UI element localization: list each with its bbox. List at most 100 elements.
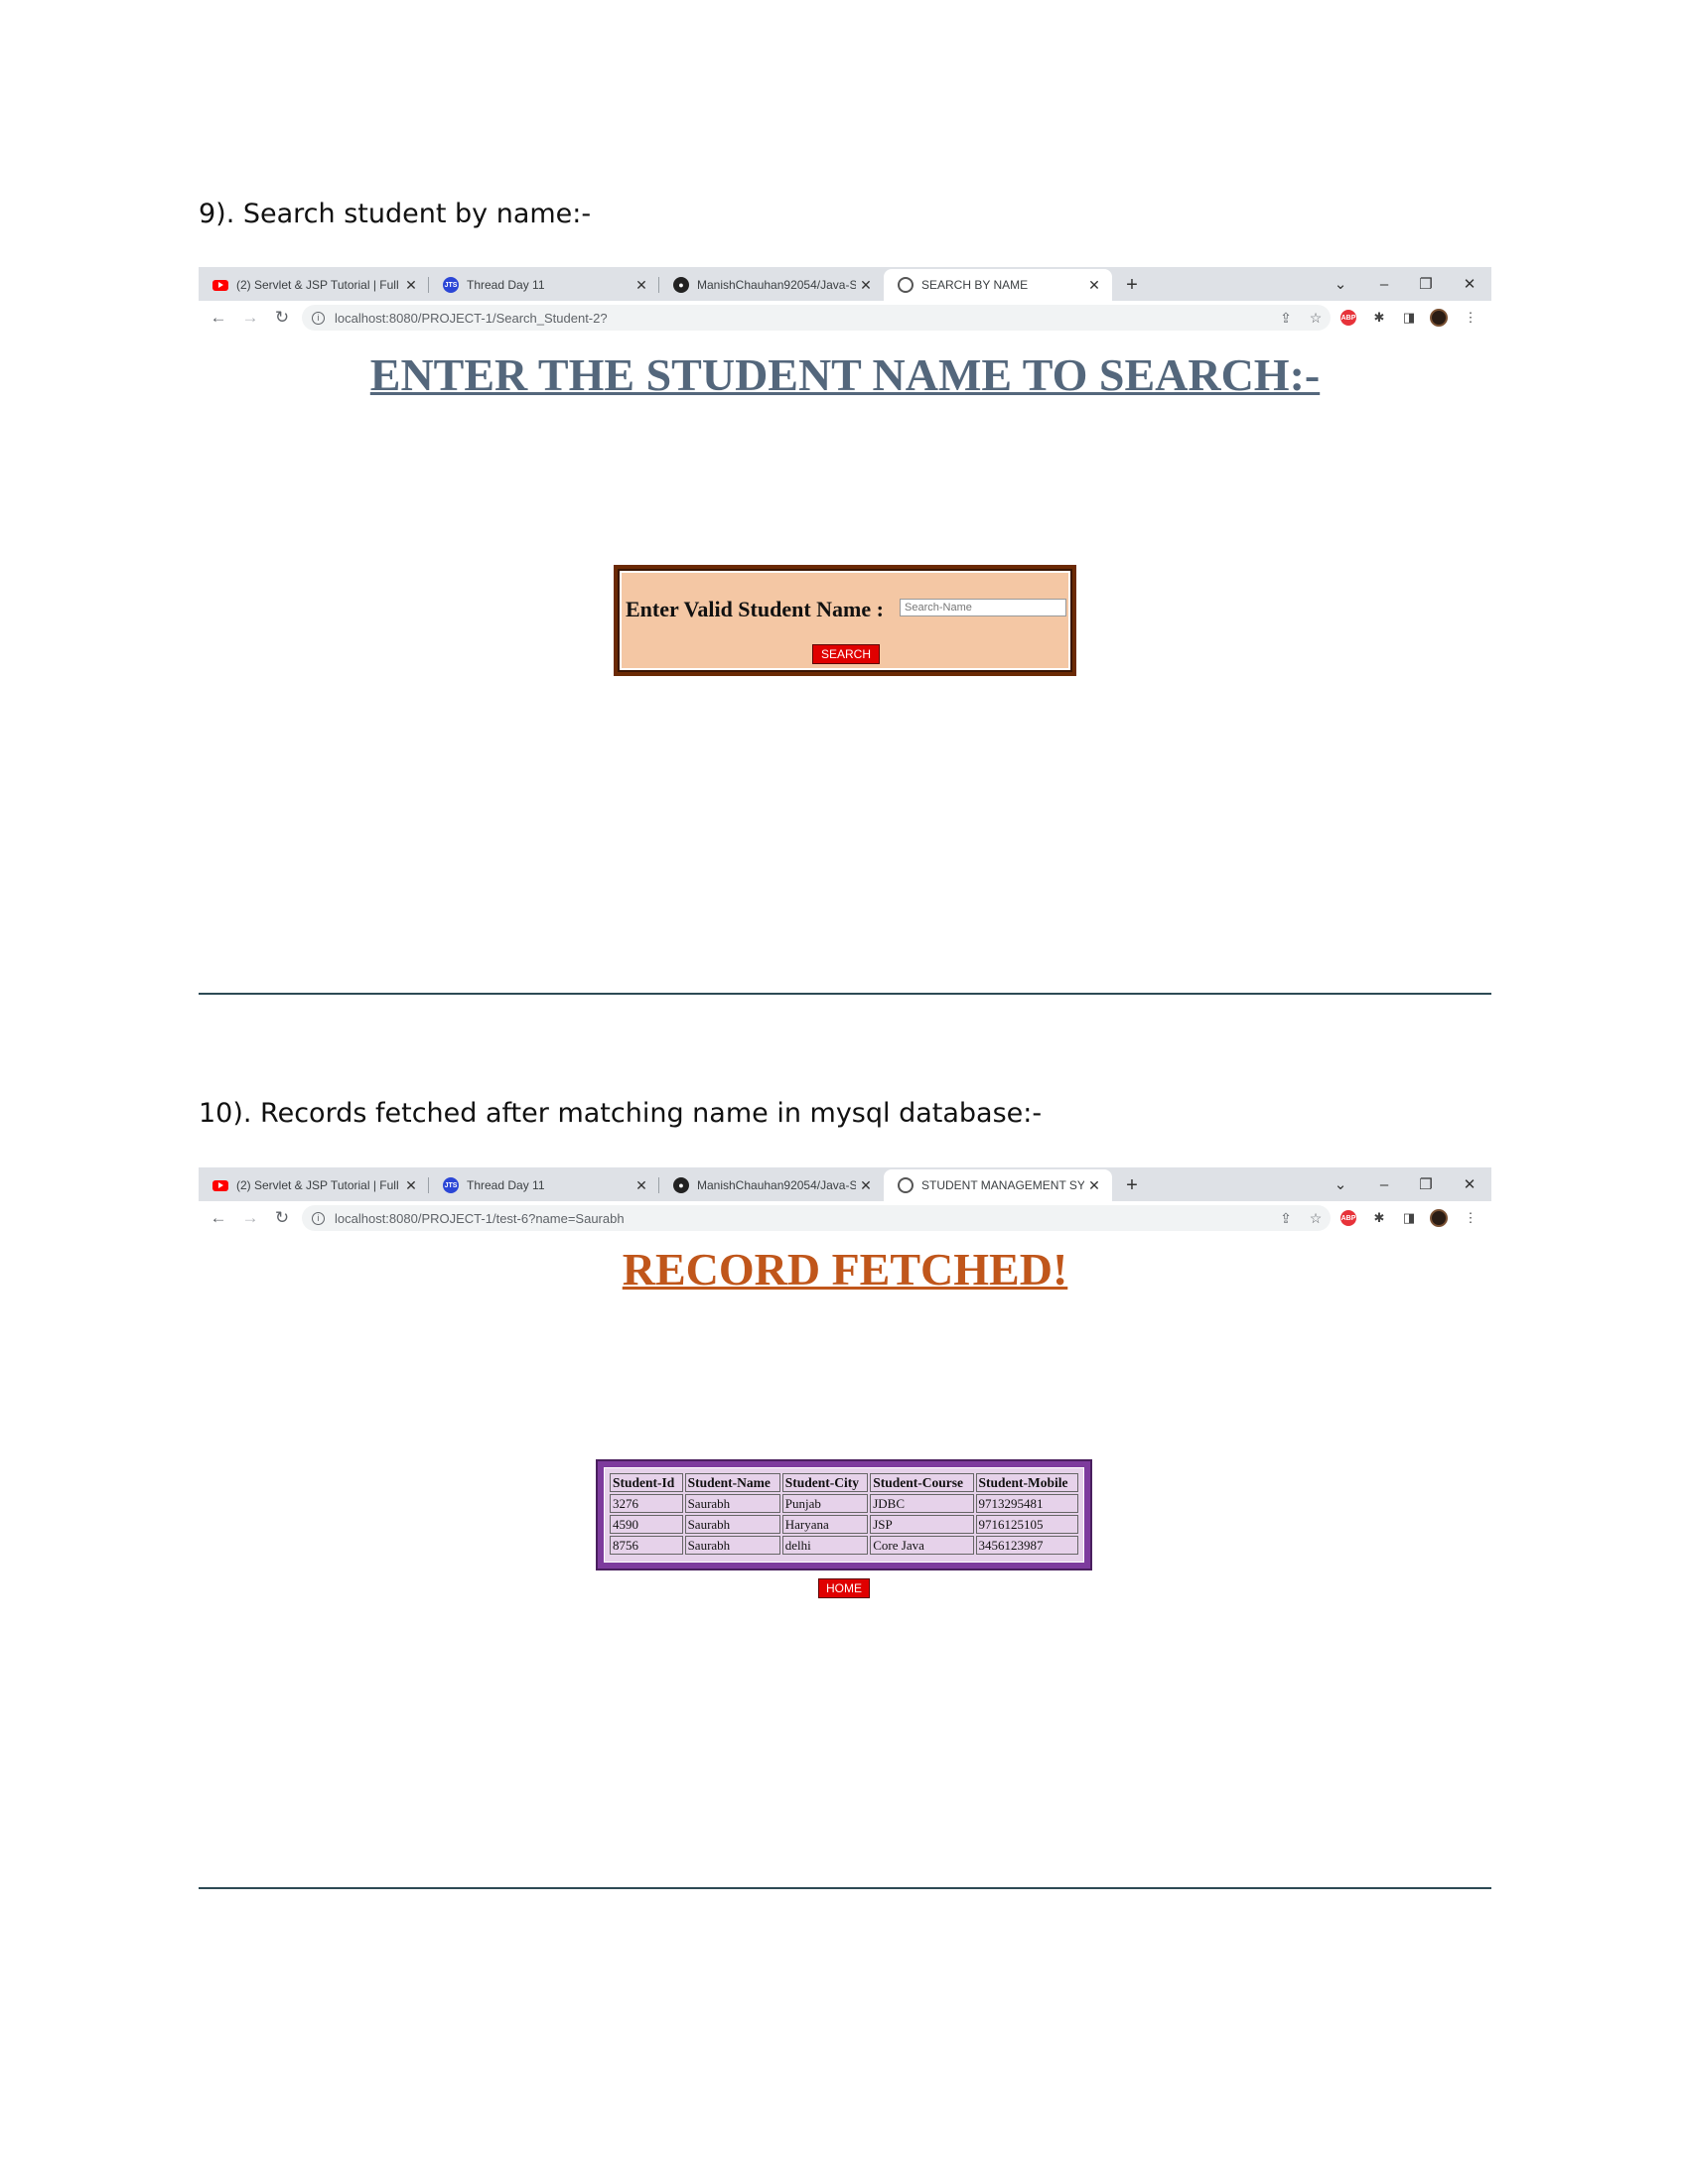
reload-icon[interactable]: ↻ bbox=[270, 306, 294, 330]
extensions-icon[interactable]: ✱ bbox=[1370, 1209, 1388, 1227]
browser-tab-active[interactable]: SEARCH BY NAME ✕ bbox=[884, 269, 1112, 301]
adblock-icon[interactable]: ABP bbox=[1340, 1210, 1356, 1226]
browser-chrome: (2) Servlet & JSP Tutorial | Full Co ✕ J… bbox=[199, 267, 1491, 335]
search-form: Enter Valid Student Name : Search-Name S… bbox=[614, 565, 1076, 676]
close-icon[interactable]: ✕ bbox=[401, 1177, 421, 1194]
close-window-icon[interactable]: ✕ bbox=[1448, 1167, 1491, 1201]
table-cell: JSP bbox=[870, 1515, 974, 1534]
section-heading: 9). Search student by name:- bbox=[199, 199, 592, 229]
table-row: 4590 Saurabh Haryana JSP 9716125105 bbox=[610, 1515, 1078, 1534]
browser-tab-active[interactable]: STUDENT MANAGEMENT SYSTE ✕ bbox=[884, 1169, 1112, 1201]
restore-icon[interactable]: ❐ bbox=[1404, 267, 1448, 301]
forward-icon[interactable]: → bbox=[238, 1206, 262, 1230]
close-icon[interactable]: ✕ bbox=[632, 277, 651, 294]
tab-title: (2) Servlet & JSP Tutorial | Full Co bbox=[236, 1178, 401, 1192]
minimize-icon[interactable]: – bbox=[1362, 1167, 1406, 1201]
menu-icon[interactable]: ⋮ bbox=[1462, 1209, 1479, 1227]
close-icon[interactable]: ✕ bbox=[1084, 277, 1104, 294]
reload-icon[interactable]: ↻ bbox=[270, 1206, 294, 1230]
table-cell: JDBC bbox=[870, 1494, 974, 1513]
globe-icon bbox=[898, 277, 914, 293]
close-window-icon[interactable]: ✕ bbox=[1448, 267, 1491, 301]
url-text[interactable]: localhost:8080/PROJECT-1/test-6?name=Sau… bbox=[335, 1211, 1271, 1226]
avatar[interactable] bbox=[1430, 309, 1448, 327]
minimize-icon[interactable]: – bbox=[1362, 267, 1406, 301]
thread-icon: JTS bbox=[443, 277, 459, 293]
tab-strip: (2) Servlet & JSP Tutorial | Full Co ✕ J… bbox=[199, 267, 1491, 301]
chevron-down-icon[interactable]: ⌄ bbox=[1319, 1167, 1362, 1201]
table-header-row: Student-Id Student-Name Student-City Stu… bbox=[610, 1473, 1078, 1492]
close-icon[interactable]: ✕ bbox=[856, 277, 876, 294]
browser-tab[interactable]: JTS Thread Day 11 ✕ bbox=[429, 1169, 659, 1201]
back-icon[interactable]: ← bbox=[207, 306, 230, 330]
column-header: Student-Id bbox=[610, 1473, 683, 1492]
side-panel-icon[interactable]: ◨ bbox=[1400, 309, 1418, 327]
adblock-icon[interactable]: ABP bbox=[1340, 310, 1356, 326]
table-cell: 4590 bbox=[610, 1515, 683, 1534]
github-icon: ● bbox=[673, 277, 689, 293]
records-table-frame: Student-Id Student-Name Student-City Stu… bbox=[596, 1459, 1092, 1570]
tab-strip: (2) Servlet & JSP Tutorial | Full Co ✕ J… bbox=[199, 1167, 1491, 1201]
browser-toolbar: ← → ↻ i localhost:8080/PROJECT-1/test-6?… bbox=[199, 1201, 1491, 1235]
section-heading: 10). Records fetched after matching name… bbox=[199, 1098, 1043, 1129]
home-button[interactable]: HOME bbox=[818, 1578, 870, 1598]
divider bbox=[199, 1887, 1491, 1889]
close-icon[interactable]: ✕ bbox=[856, 1177, 876, 1194]
table-cell: 3276 bbox=[610, 1494, 683, 1513]
close-icon[interactable]: ✕ bbox=[632, 1177, 651, 1194]
share-icon[interactable]: ⇪ bbox=[1271, 1210, 1301, 1227]
column-header: Student-City bbox=[781, 1473, 869, 1492]
browser-tab[interactable]: ● ManishChauhan92054/Java-Serv ✕ bbox=[659, 1169, 884, 1201]
github-icon: ● bbox=[673, 1177, 689, 1193]
browser-tab[interactable]: JTS Thread Day 11 ✕ bbox=[429, 269, 659, 301]
browser-tab[interactable]: ● ManishChauhan92054/Java-Serv ✕ bbox=[659, 269, 884, 301]
address-bar[interactable]: i localhost:8080/PROJECT-1/Search_Studen… bbox=[302, 305, 1331, 331]
table-cell: Haryana bbox=[781, 1515, 869, 1534]
web-page: ENTER THE STUDENT NAME TO SEARCH:- Enter… bbox=[199, 335, 1491, 684]
youtube-icon bbox=[212, 279, 228, 291]
info-icon[interactable]: i bbox=[312, 1211, 325, 1225]
table-cell: Punjab bbox=[781, 1494, 869, 1513]
youtube-icon bbox=[212, 1179, 228, 1191]
new-tab-icon[interactable]: + bbox=[1120, 1173, 1144, 1197]
back-icon[interactable]: ← bbox=[207, 1206, 230, 1230]
info-icon[interactable]: i bbox=[312, 311, 325, 325]
tab-title: ManishChauhan92054/Java-Serv bbox=[697, 1178, 856, 1192]
avatar[interactable] bbox=[1430, 1209, 1448, 1227]
forward-icon[interactable]: → bbox=[238, 306, 262, 330]
menu-icon[interactable]: ⋮ bbox=[1462, 309, 1479, 327]
page-title: RECORD FETCHED! bbox=[622, 1244, 1068, 1295]
table-cell: 8756 bbox=[610, 1536, 683, 1555]
table-cell: Core Java bbox=[870, 1536, 974, 1555]
share-icon[interactable]: ⇪ bbox=[1271, 310, 1301, 327]
new-tab-icon[interactable]: + bbox=[1120, 273, 1144, 297]
divider bbox=[199, 993, 1491, 995]
web-page: RECORD FETCHED! Student-Id Student-Name … bbox=[199, 1235, 1491, 1598]
address-bar[interactable]: i localhost:8080/PROJECT-1/test-6?name=S… bbox=[302, 1205, 1331, 1231]
column-header: Student-Course bbox=[870, 1473, 974, 1492]
star-icon[interactable]: ☆ bbox=[1301, 1210, 1331, 1227]
close-icon[interactable]: ✕ bbox=[1084, 1177, 1104, 1194]
tab-title: Thread Day 11 bbox=[467, 1178, 545, 1192]
search-form-panel: Enter Valid Student Name : Search-Name S… bbox=[618, 569, 1072, 672]
side-panel-icon[interactable]: ◨ bbox=[1400, 1209, 1418, 1227]
records-table-panel: Student-Id Student-Name Student-City Stu… bbox=[604, 1467, 1084, 1563]
page-title: ENTER THE STUDENT NAME TO SEARCH:- bbox=[369, 349, 1321, 400]
browser-tab[interactable]: (2) Servlet & JSP Tutorial | Full Co ✕ bbox=[199, 269, 429, 301]
browser-tab[interactable]: (2) Servlet & JSP Tutorial | Full Co ✕ bbox=[199, 1169, 429, 1201]
table-row: 8756 Saurabh delhi Core Java 3456123987 bbox=[610, 1536, 1078, 1555]
url-text[interactable]: localhost:8080/PROJECT-1/Search_Student-… bbox=[335, 311, 1271, 326]
search-input[interactable]: Search-Name bbox=[900, 599, 1066, 616]
browser-screenshot: (2) Servlet & JSP Tutorial | Full Co ✕ J… bbox=[199, 267, 1491, 684]
tab-title: SEARCH BY NAME bbox=[921, 278, 1029, 292]
extensions-icon[interactable]: ✱ bbox=[1370, 309, 1388, 327]
table-cell: 3456123987 bbox=[975, 1536, 1078, 1555]
table-cell: 9716125105 bbox=[975, 1515, 1078, 1534]
search-button[interactable]: SEARCH bbox=[812, 644, 880, 664]
table-row: 3276 Saurabh Punjab JDBC 9713295481 bbox=[610, 1494, 1078, 1513]
chevron-down-icon[interactable]: ⌄ bbox=[1319, 267, 1362, 301]
restore-icon[interactable]: ❐ bbox=[1404, 1167, 1448, 1201]
star-icon[interactable]: ☆ bbox=[1301, 310, 1331, 327]
close-icon[interactable]: ✕ bbox=[401, 277, 421, 294]
table-cell: delhi bbox=[781, 1536, 869, 1555]
